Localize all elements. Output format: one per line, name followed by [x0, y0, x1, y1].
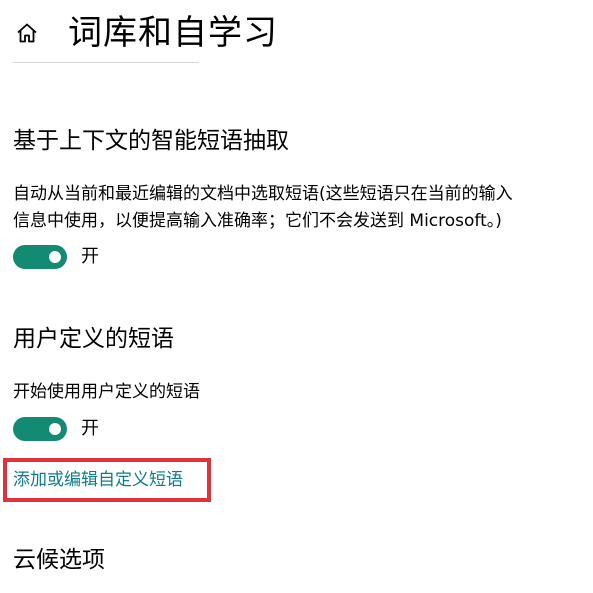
user-defined-phrase-toggle-state: 开 — [81, 418, 99, 439]
user-defined-phrase-toggle[interactable] — [13, 417, 67, 441]
toggle-knob — [49, 423, 61, 435]
user-defined-phrase-heading: 用户定义的短语 — [13, 326, 174, 352]
page-title: 词库和自学习 — [68, 13, 278, 53]
contextual-phrase-toggle[interactable] — [13, 245, 67, 269]
user-defined-phrase-description: 开始使用用户定义的短语 — [13, 382, 200, 402]
add-edit-custom-phrases-link[interactable]: 添加或编辑自定义短语 — [13, 466, 183, 494]
user-defined-phrase-toggle-row: 开 — [13, 416, 99, 442]
cloud-candidates-heading: 云候选项 — [13, 547, 105, 573]
header-divider — [13, 62, 199, 63]
contextual-phrase-description-line1: 自动从当前和最近编辑的文档中选取短语(这些短语只在当前的输入 — [13, 184, 513, 204]
contextual-phrase-description-line2: 信息中使用，以便提高输入准确率；它们不会发送到 Microsoft。) — [13, 211, 502, 231]
home-icon[interactable] — [14, 20, 40, 46]
page-header: 词库和自学习 — [14, 8, 278, 58]
toggle-knob — [49, 251, 61, 263]
contextual-phrase-toggle-row: 开 — [13, 244, 99, 270]
contextual-phrase-heading: 基于上下文的智能短语抽取 — [13, 128, 289, 154]
contextual-phrase-toggle-state: 开 — [81, 246, 99, 267]
